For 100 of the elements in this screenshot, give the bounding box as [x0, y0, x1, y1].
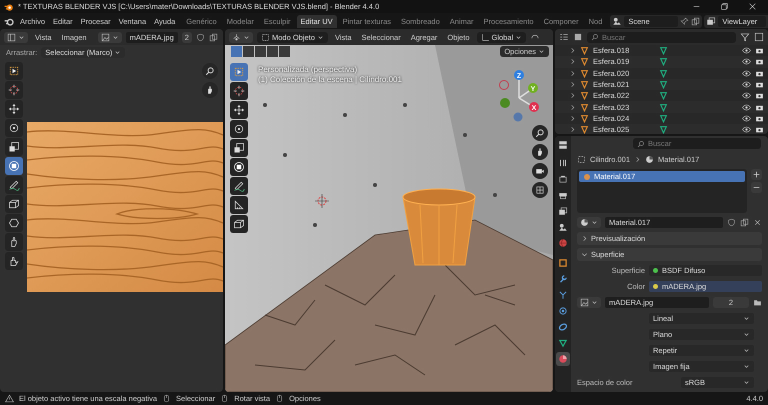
image-editor-icon: [7, 32, 16, 42]
editor-type-button[interactable]: [229, 32, 253, 42]
3d-cursor-icon: [314, 194, 330, 208]
image-stack-icon: [558, 206, 568, 216]
hand-icon: [535, 147, 545, 157]
polygon-icon: [8, 217, 20, 229]
scene-icon: [558, 222, 568, 232]
properties-tab[interactable]: [556, 352, 570, 366]
tool-button[interactable]: [5, 195, 23, 213]
cursor-icon: [233, 85, 245, 97]
close-icon: [748, 2, 756, 11]
move-arrows-icon: [8, 103, 20, 115]
mouse-icon: [275, 394, 284, 403]
scale-icon: [8, 141, 20, 153]
remove-slot-button[interactable]: [751, 182, 762, 193]
camera-icon: [558, 174, 568, 184]
display-mode-icon[interactable]: [559, 32, 569, 42]
caret-icon: [743, 315, 750, 322]
caret-icon: [112, 34, 119, 40]
tool-button[interactable]: [5, 233, 23, 251]
object-icon: [577, 154, 586, 164]
hand-icon: [205, 85, 215, 95]
rotate-icon: [8, 122, 20, 134]
cursor-icon: [8, 84, 20, 96]
tool-button[interactable]: [5, 81, 23, 99]
tool-button[interactable]: [230, 215, 248, 233]
ruler-icon: [233, 199, 245, 211]
tool-button[interactable]: [230, 101, 248, 119]
tool-button[interactable]: [230, 158, 248, 176]
tool-button[interactable]: [5, 62, 23, 80]
tool-button[interactable]: [5, 138, 23, 156]
pin-icon[interactable]: [680, 16, 690, 26]
tool-button[interactable]: [230, 120, 248, 138]
view-name: Personalizada (perspectiva): [258, 65, 358, 74]
filter-icon[interactable]: [740, 32, 750, 42]
scale-icon: [233, 142, 245, 154]
pencil-icon: [233, 180, 245, 192]
eye-icon[interactable]: [742, 46, 751, 56]
editor-type-icon[interactable]: [558, 140, 568, 150]
tool-button[interactable]: [5, 176, 23, 194]
eye-icon[interactable]: [742, 125, 751, 134]
shield-icon[interactable]: [727, 218, 736, 227]
camera-icon[interactable]: [755, 46, 764, 56]
tool-button[interactable]: [230, 196, 248, 214]
hand-icon: [8, 255, 20, 267]
orbit-icon: [558, 306, 568, 316]
tool-button[interactable]: [5, 100, 23, 118]
warning-icon: [5, 394, 14, 403]
camera-icon[interactable]: [755, 125, 764, 134]
new-collection-icon[interactable]: [754, 32, 764, 42]
viewport-icon: [232, 32, 241, 42]
eye-icon[interactable]: [742, 57, 751, 66]
camera-icon[interactable]: [755, 57, 764, 66]
copy-icon[interactable]: [691, 16, 700, 26]
object-mode-icon: [261, 32, 270, 42]
caret-icon: [743, 379, 750, 386]
particles-icon: [558, 290, 568, 300]
printer-icon: [558, 190, 568, 200]
search-icon: [637, 140, 645, 148]
tool-button[interactable]: [5, 119, 23, 137]
material-icon: [645, 154, 654, 164]
image-icon: [580, 298, 589, 307]
tool-button[interactable]: [5, 157, 23, 175]
image-browse-button[interactable]: [577, 297, 601, 308]
grid-icon: [535, 185, 545, 195]
eye-icon[interactable]: [742, 114, 751, 123]
image-stack-icon[interactable]: [706, 16, 716, 26]
tool-icon: [558, 158, 568, 168]
material-icon: [580, 218, 589, 227]
mouse-icon: [162, 394, 172, 403]
add-slot-button[interactable]: [751, 169, 762, 180]
eye-icon[interactable]: [742, 91, 751, 100]
eye-icon[interactable]: [742, 68, 751, 78]
tool-button[interactable]: [230, 177, 248, 195]
globe-icon: [558, 238, 568, 248]
copy-icon[interactable]: [208, 32, 218, 42]
folder-icon[interactable]: [753, 298, 762, 307]
tool-button[interactable]: [230, 82, 248, 100]
scene-icon[interactable]: [612, 16, 622, 26]
wood-sphere-icon: [583, 172, 591, 180]
tool-button[interactable]: [230, 139, 248, 157]
caret-icon: [515, 34, 522, 40]
tool-button[interactable]: [5, 214, 23, 232]
cube-icon: [233, 218, 245, 230]
image-browse-button[interactable]: [98, 32, 122, 42]
copy-icon[interactable]: [740, 218, 749, 227]
wrench-icon: [558, 274, 568, 284]
camera-icon[interactable]: [755, 80, 764, 90]
close-icon[interactable]: [753, 218, 762, 227]
shield-icon[interactable]: [196, 32, 205, 42]
link-icon: [558, 322, 568, 332]
search-icon: [591, 33, 599, 41]
eye-icon[interactable]: [742, 80, 751, 90]
pan-button[interactable]: [202, 82, 218, 98]
eye-icon[interactable]: [742, 102, 751, 112]
browse-material-button[interactable]: [577, 217, 601, 228]
zoom-button[interactable]: [202, 63, 218, 79]
tool-button[interactable]: [5, 252, 23, 270]
camera-icon[interactable]: [755, 91, 764, 100]
editor-type-button[interactable]: [4, 32, 28, 42]
